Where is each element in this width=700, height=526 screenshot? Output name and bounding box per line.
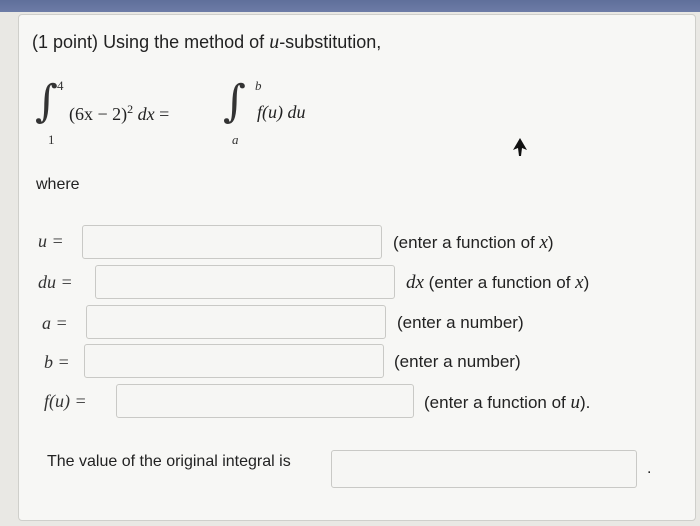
top-bar [0,0,700,12]
integral-sign-left: ∫ [35,76,58,127]
equals-sign: = [159,104,170,124]
points-label: (1 point) [32,32,99,52]
final-answer-label: The value of the original integral is [47,453,291,470]
problem-statement: (1 point) Using the method of u-substitu… [32,31,381,54]
dx-symbol: dx [137,104,155,124]
integrand-exponent: 2 [127,102,134,116]
integral-sign-right: ∫ [223,76,246,127]
final-period: . [647,460,652,477]
fu-hint-text: (enter a function of [424,393,571,412]
integrand-base: (6x − 2) [69,104,128,124]
fu-hint-var: u [570,392,580,413]
lower-limit-a: a [232,132,239,147]
intro-end-text: -substitution, [279,32,382,52]
fu-input[interactable] [116,384,414,418]
u-hint-post: ) [547,233,554,252]
integral-equation: ∫ 4 1 (6x − 2)2 dx = ∫ b a f(u) du [35,78,355,148]
final-answer-input[interactable] [331,450,637,488]
u-hint-var: x [539,232,548,253]
intro-text: Using the method of [103,32,265,52]
u-symbol: u [269,31,280,53]
upper-limit-b: b [255,78,262,93]
where-text: where [36,176,80,193]
integrand: (6x − 2)2 dx = [69,102,169,125]
fu-label: f(u) = [44,391,87,411]
u-label: u = [38,231,64,251]
fu-hint: (enter a function of u). [424,392,590,414]
fu-hint-post: ). [579,393,591,412]
u-input[interactable] [82,225,382,259]
du-input[interactable] [95,265,395,299]
du-hint-post: ) [583,273,590,292]
a-label: a = [42,313,68,333]
a-input[interactable] [86,305,386,339]
du-hint: dx (enter a function of x) [406,272,589,294]
a-hint: (enter a number) [397,313,524,332]
u-hint-text: (enter a function of [393,233,540,252]
b-hint: (enter a number) [394,352,521,371]
mouse-cursor-icon [513,138,527,156]
u-hint: (enter a function of x) [393,232,554,254]
b-input[interactable] [84,344,384,378]
upper-limit: 4 [57,78,64,93]
b-label: b = [44,352,70,372]
substituted-integrand: f(u) du [257,102,306,122]
du-hint-text: (enter a function of [423,273,576,292]
du-hint-var: x [575,272,584,293]
du-label: du = [38,272,73,292]
du-hint-dx: dx [406,272,424,293]
lower-limit: 1 [48,132,55,147]
